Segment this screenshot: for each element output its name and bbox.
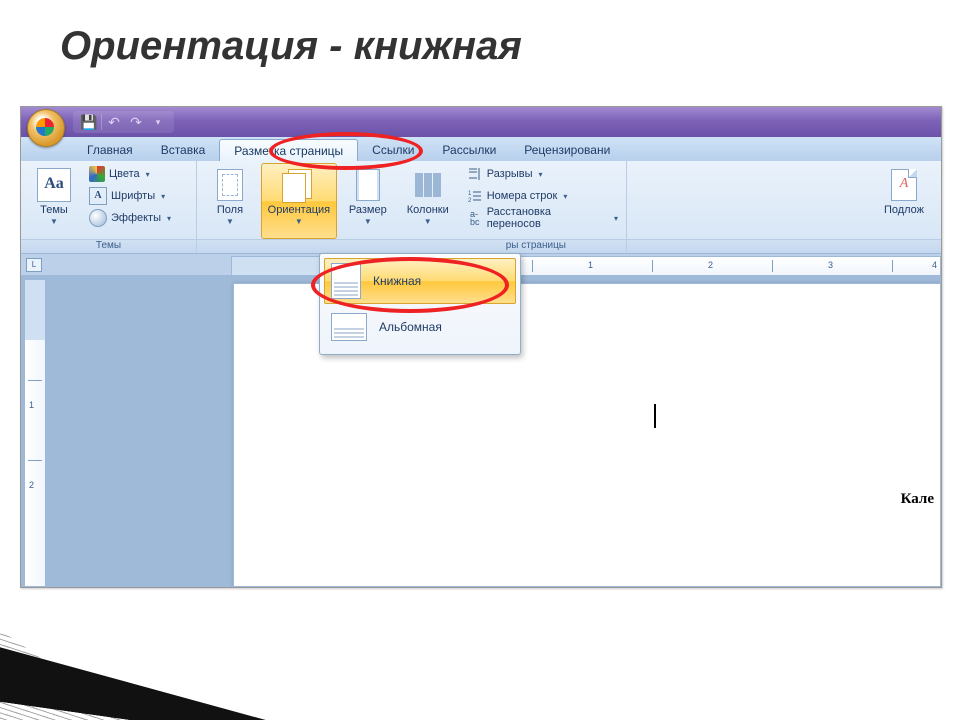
chevron-down-icon: ▼	[50, 217, 58, 226]
theme-effects-label: Эффекты	[111, 212, 161, 224]
chevron-down-icon: ▾	[563, 192, 567, 201]
theme-fonts-button[interactable]: A Шрифты ▾	[85, 185, 175, 207]
orientation-landscape-item[interactable]: Альбомная	[324, 304, 516, 350]
tab-review[interactable]: Рецензировани	[510, 139, 624, 161]
orientation-portrait-item[interactable]: Книжная	[324, 258, 516, 304]
line-numbers-label: Номера строк	[487, 190, 558, 202]
group-themes-label: Темы	[21, 239, 196, 253]
chevron-down-icon: ▾	[614, 214, 618, 223]
quick-access-toolbar: 💾 ↶ ↷ ▾	[73, 111, 174, 133]
redo-icon[interactable]: ↷	[126, 113, 146, 131]
tab-page-layout[interactable]: Разметка страницы	[219, 139, 358, 162]
qat-separator	[101, 114, 102, 130]
orientation-landscape-label: Альбомная	[379, 320, 442, 334]
effects-icon	[89, 209, 107, 227]
themes-label: Темы	[40, 204, 68, 216]
group-bg-label	[627, 239, 941, 253]
qat-customize-icon[interactable]: ▾	[148, 113, 168, 131]
size-button[interactable]: Размер ▼	[339, 163, 397, 239]
ruler-num: 2	[708, 260, 713, 270]
size-label: Размер	[349, 204, 387, 216]
breaks-button[interactable]: Разрывы ▾	[463, 163, 622, 185]
orientation-dropdown: Книжная Альбомная	[319, 253, 521, 355]
hyphenation-button[interactable]: a-bc Расстановка переносов ▾	[463, 207, 622, 229]
undo-icon[interactable]: ↶	[104, 113, 124, 131]
columns-button[interactable]: Колонки ▼	[399, 163, 457, 239]
orientation-portrait-label: Книжная	[373, 274, 421, 288]
landscape-page-icon	[331, 313, 367, 341]
tab-selector[interactable]: L	[21, 254, 47, 276]
vruler-num: 2	[29, 480, 34, 490]
theme-colors-button[interactable]: Цвета ▾	[85, 163, 175, 185]
svg-text:2: 2	[468, 198, 472, 204]
margins-button[interactable]: Поля ▼	[201, 163, 259, 239]
size-icon	[356, 169, 380, 201]
word-screenshot: 💾 ↶ ↷ ▾ Главная Вставка Разметка страниц…	[20, 106, 942, 588]
ruler-num: 4	[932, 260, 937, 270]
chevron-down-icon: ▾	[161, 192, 165, 201]
columns-icon	[415, 173, 441, 197]
chevron-down-icon: ▼	[424, 217, 432, 226]
columns-label: Колонки	[407, 204, 449, 216]
ribbon-tabs: Главная Вставка Разметка страницы Ссылки…	[21, 137, 941, 161]
vruler-num: 1	[29, 400, 34, 410]
margins-icon	[217, 169, 243, 201]
vertical-ruler[interactable]: 1 2	[24, 279, 46, 587]
portrait-page-icon	[331, 263, 361, 299]
chevron-down-icon: ▼	[364, 217, 372, 226]
tab-insert[interactable]: Вставка	[147, 139, 220, 161]
tab-home[interactable]: Главная	[73, 139, 147, 161]
chevron-down-icon: ▾	[146, 170, 150, 179]
save-icon[interactable]: 💾	[79, 113, 99, 131]
text-cursor	[654, 404, 656, 428]
orientation-icon	[282, 169, 316, 201]
theme-fonts-label: Шрифты	[111, 190, 155, 202]
theme-colors-label: Цвета	[109, 168, 140, 180]
svg-text:1: 1	[468, 191, 472, 197]
office-button[interactable]	[27, 109, 65, 147]
ruler-num: 3	[828, 260, 833, 270]
watermark-label: Подлож	[884, 204, 924, 216]
watermark-icon: A	[891, 169, 917, 201]
theme-effects-button[interactable]: Эффекты ▾	[85, 207, 175, 229]
slide-title: Ориентация - книжная	[60, 24, 522, 69]
group-page-setup-label: ры страницы	[197, 239, 626, 253]
group-page-background: A Подлож	[627, 161, 941, 253]
chevron-down-icon: ▼	[226, 217, 234, 226]
chevron-down-icon: ▾	[539, 170, 543, 179]
watermark-button[interactable]: A Подлож	[875, 163, 933, 239]
orientation-button[interactable]: Ориентация ▼	[261, 163, 337, 239]
ruler-num: 1	[588, 260, 593, 270]
margins-label: Поля	[217, 204, 243, 216]
window-titlebar: 💾 ↶ ↷ ▾	[21, 107, 941, 137]
line-numbers-button[interactable]: 12 Номера строк ▾	[463, 185, 622, 207]
group-page-setup: Поля ▼ Ориентация ▼ Размер ▼	[197, 161, 627, 253]
breaks-label: Разрывы	[487, 168, 533, 180]
document-text: Кале	[901, 491, 934, 508]
group-themes: Темы ▼ Цвета ▾ A Шрифты ▾	[21, 161, 197, 253]
themes-button[interactable]: Темы ▼	[25, 163, 83, 239]
orientation-label: Ориентация	[268, 204, 330, 216]
chevron-down-icon: ▾	[167, 214, 171, 223]
tab-mailings[interactable]: Рассылки	[428, 139, 510, 161]
breaks-icon	[467, 166, 483, 182]
tab-references[interactable]: Ссылки	[358, 139, 428, 161]
hyphenation-icon: a-bc	[467, 210, 483, 226]
colors-icon	[89, 166, 105, 182]
line-numbers-icon: 12	[467, 188, 483, 204]
chevron-down-icon: ▼	[295, 217, 303, 226]
ribbon: Темы ▼ Цвета ▾ A Шрифты ▾	[21, 161, 941, 254]
hyphenation-label: Расстановка переносов	[487, 206, 608, 230]
fonts-icon: A	[89, 187, 107, 205]
themes-icon	[37, 168, 71, 202]
